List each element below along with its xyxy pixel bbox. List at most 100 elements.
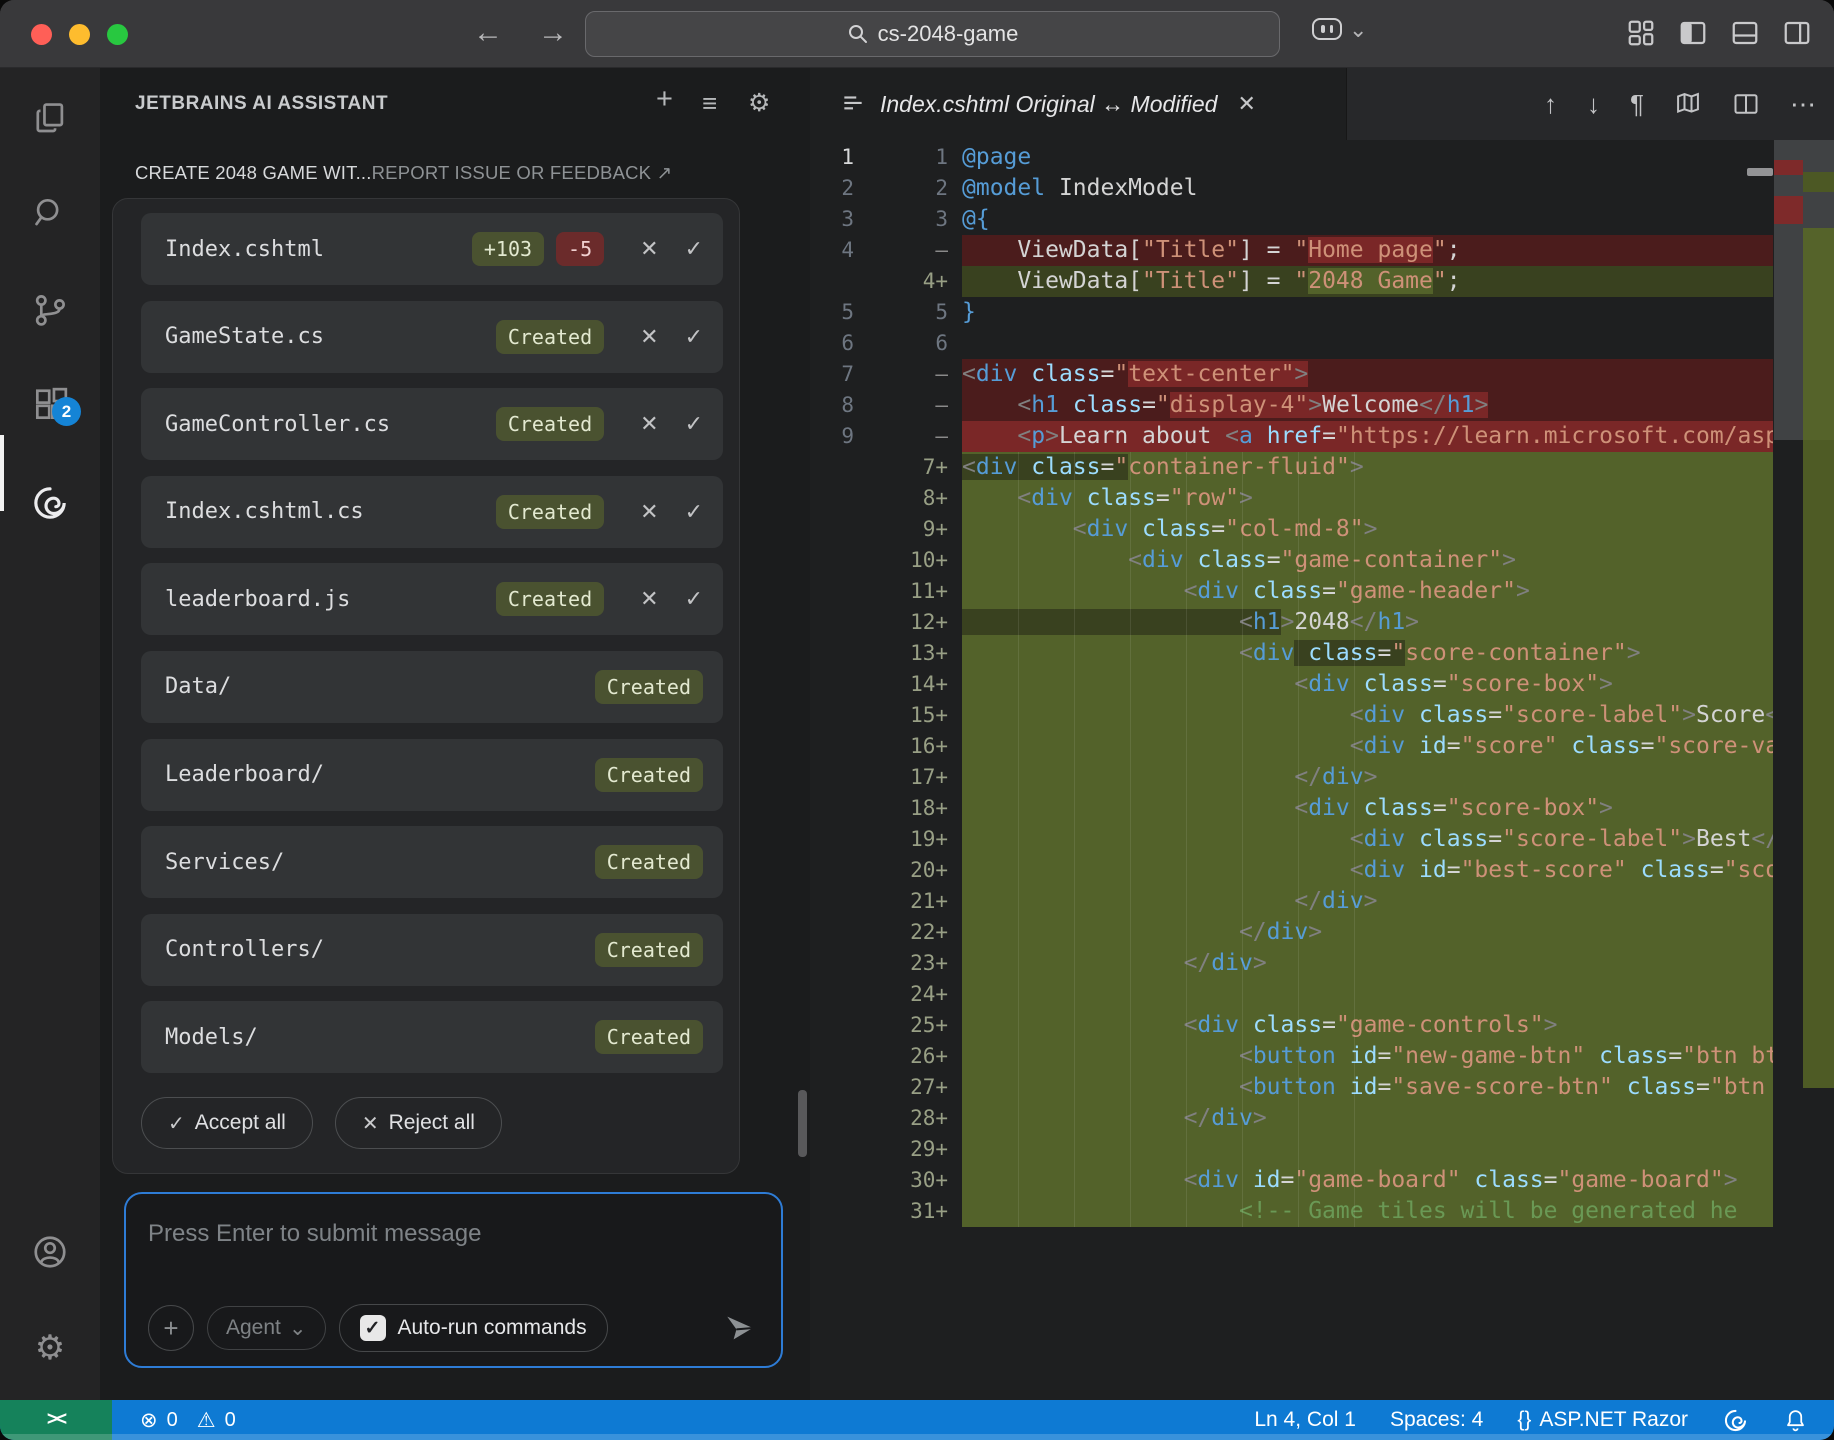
file-change-card[interactable]: GameState.csCreated✕✓ (141, 301, 723, 373)
ai-status-icon[interactable] (1722, 1407, 1749, 1434)
reject-file-icon[interactable]: ✕ (640, 324, 658, 350)
editor-scrollbar[interactable] (1747, 168, 1773, 176)
reject-all-button[interactable]: ✕ Reject all (335, 1097, 502, 1149)
attach-button[interactable]: + (148, 1305, 194, 1351)
accept-all-button[interactable]: ✓ Accept all (141, 1097, 313, 1149)
code-line[interactable]: 14+ <div class="score-box"> (810, 669, 1773, 700)
code-lines[interactable]: 11@page22@model IndexModel33@{4– ViewDat… (810, 142, 1773, 1227)
map-icon[interactable] (1674, 90, 1702, 118)
code-line[interactable]: 66 (810, 328, 1773, 359)
file-change-card[interactable]: Data/Created (141, 651, 723, 723)
sidebar-item-search[interactable] (0, 175, 100, 251)
code-line[interactable]: 4– ViewData["Title"] = "Home page"; (810, 235, 1773, 266)
warnings-count[interactable]: 0 (225, 1409, 236, 1432)
back-button[interactable]: ← (473, 14, 503, 52)
language-mode[interactable]: {} ASP.NET Razor (1517, 1408, 1688, 1432)
accept-file-icon[interactable]: ✓ (685, 324, 703, 350)
accept-file-icon[interactable]: ✓ (685, 236, 703, 262)
file-change-card[interactable]: Index.cshtml.csCreated✕✓ (141, 476, 723, 548)
code-line[interactable]: 12+ <h1>2048</h1> (810, 607, 1773, 638)
accept-file-icon[interactable]: ✓ (685, 586, 703, 612)
reject-file-icon[interactable]: ✕ (640, 411, 658, 437)
tab-close-icon[interactable]: ✕ (1237, 91, 1255, 117)
file-change-card[interactable]: leaderboard.jsCreated✕✓ (141, 563, 723, 635)
code-line[interactable]: 31+ <!-- Game tiles will be generated he (810, 1196, 1773, 1227)
warnings-icon[interactable]: ⚠ (197, 1408, 216, 1433)
whitespace-icon[interactable]: ¶ (1630, 89, 1644, 120)
copilot-chevron-down-icon[interactable]: ⌄ (1349, 17, 1367, 43)
code-line[interactable]: 7–<div class="text-center"> (810, 359, 1773, 390)
code-line[interactable]: 11+ <div class="game-header"> (810, 576, 1773, 607)
code-line[interactable]: 9+ <div class="col-md-8"> (810, 514, 1773, 545)
command-center-search[interactable]: cs-2048-game (585, 11, 1280, 57)
autorun-toggle[interactable]: ✓ Auto-run commands (339, 1304, 608, 1352)
accept-file-icon[interactable]: ✓ (685, 411, 703, 437)
code-line[interactable]: 17+ </div> (810, 762, 1773, 793)
code-line[interactable]: 26+ <button id="new-game-btn" class="btn… (810, 1041, 1773, 1072)
file-change-card[interactable]: GameController.csCreated✕✓ (141, 388, 723, 460)
code-line[interactable]: 33@{ (810, 204, 1773, 235)
previous-change-icon[interactable]: ↑ (1544, 89, 1557, 120)
code-line[interactable]: 8– <h1 class="display-4">Welcome</h1> (810, 390, 1773, 421)
code-line[interactable]: 22+ </div> (810, 917, 1773, 948)
code-line[interactable]: 18+ <div class="score-box"> (810, 793, 1773, 824)
reject-file-icon[interactable]: ✕ (640, 586, 658, 612)
reject-file-icon[interactable]: ✕ (640, 236, 658, 262)
code-line[interactable]: 28+ </div> (810, 1103, 1773, 1134)
split-editor-icon[interactable] (1732, 90, 1760, 118)
customize-layout-icon[interactable] (1626, 18, 1656, 48)
new-chat-icon[interactable]: + (656, 84, 673, 114)
toggle-primary-sidebar-icon[interactable] (1678, 18, 1708, 48)
code-line[interactable]: 13+ <div class="score-container"> (810, 638, 1773, 669)
code-line[interactable]: 15+ <div class="score-label">Score</div> (810, 700, 1773, 731)
file-change-card[interactable]: Index.cshtml+103-5✕✓ (141, 213, 723, 285)
reject-file-icon[interactable]: ✕ (640, 499, 658, 525)
minimap[interactable] (1774, 140, 1834, 1400)
agent-mode-dropdown[interactable]: Agent ⌄ (207, 1306, 326, 1350)
code-line[interactable]: 9– <p>Learn about <a href="https://learn… (810, 421, 1773, 452)
sidebar-item-explorer[interactable] (0, 80, 100, 156)
code-line[interactable]: 10+ <div class="game-container"> (810, 545, 1773, 576)
code-line[interactable]: 55} (810, 297, 1773, 328)
file-change-card[interactable]: Controllers/Created (141, 914, 723, 986)
notifications-bell-icon[interactable] (1783, 1408, 1808, 1433)
code-line[interactable]: 7+<div class="container-fluid"> (810, 452, 1773, 483)
copilot-icon[interactable] (1312, 18, 1342, 40)
sidebar-item-ai-assistant[interactable] (0, 465, 100, 541)
sidebar-item-extensions[interactable]: 2 (0, 367, 100, 443)
code-line[interactable]: 19+ <div class="score-label">Best</div> (810, 824, 1773, 855)
sidebar-item-accounts[interactable] (0, 1214, 100, 1290)
code-line[interactable]: 8+ <div class="row"> (810, 483, 1773, 514)
tab-diff-index-cshtml[interactable]: Index.cshtml Original ↔ Modified ✕ (810, 68, 1347, 140)
code-line[interactable]: 29+ (810, 1134, 1773, 1165)
code-line[interactable]: 21+ </div> (810, 886, 1773, 917)
forward-button[interactable]: → (538, 14, 568, 52)
remote-indicator[interactable]: >< (0, 1400, 112, 1440)
errors-icon[interactable]: ⊗ (140, 1408, 158, 1433)
sidebar-item-settings[interactable]: ⚙ (0, 1310, 100, 1386)
cursor-position[interactable]: Ln 4, Col 1 (1254, 1408, 1356, 1432)
file-change-card[interactable]: Leaderboard/Created (141, 739, 723, 811)
close-window-button[interactable] (31, 24, 52, 45)
code-line[interactable]: 25+ <div class="game-controls"> (810, 1010, 1773, 1041)
code-line[interactable]: 23+ </div> (810, 948, 1773, 979)
maximize-window-button[interactable] (107, 24, 128, 45)
code-line[interactable]: 22@model IndexModel (810, 173, 1773, 204)
indentation-setting[interactable]: Spaces: 4 (1390, 1408, 1483, 1432)
chat-input-box[interactable]: Press Enter to submit message + Agent ⌄ … (124, 1192, 783, 1368)
code-line[interactable]: 27+ <button id="save-score-btn" class="b… (810, 1072, 1773, 1103)
send-icon[interactable] (723, 1311, 757, 1345)
minimize-window-button[interactable] (69, 24, 90, 45)
panel-settings-icon[interactable]: ⚙ (748, 88, 770, 118)
code-line[interactable]: 16+ <div id="score" class="score-value">… (810, 731, 1773, 762)
toggle-panel-icon[interactable] (1730, 18, 1760, 48)
next-change-icon[interactable]: ↓ (1587, 89, 1600, 120)
sidebar-scrollbar[interactable] (798, 1090, 807, 1157)
toggle-secondary-sidebar-icon[interactable] (1782, 18, 1812, 48)
code-line[interactable]: 4+ ViewData["Title"] = "2048 Game"; (810, 266, 1773, 297)
file-change-card[interactable]: Models/Created (141, 1001, 723, 1073)
chat-history-icon[interactable]: ≡ (702, 88, 717, 118)
sidebar-item-source-control[interactable] (0, 272, 100, 348)
report-feedback-link[interactable]: REPORT ISSUE OR FEEDBACK ↗ (372, 162, 673, 183)
accept-file-icon[interactable]: ✓ (685, 499, 703, 525)
